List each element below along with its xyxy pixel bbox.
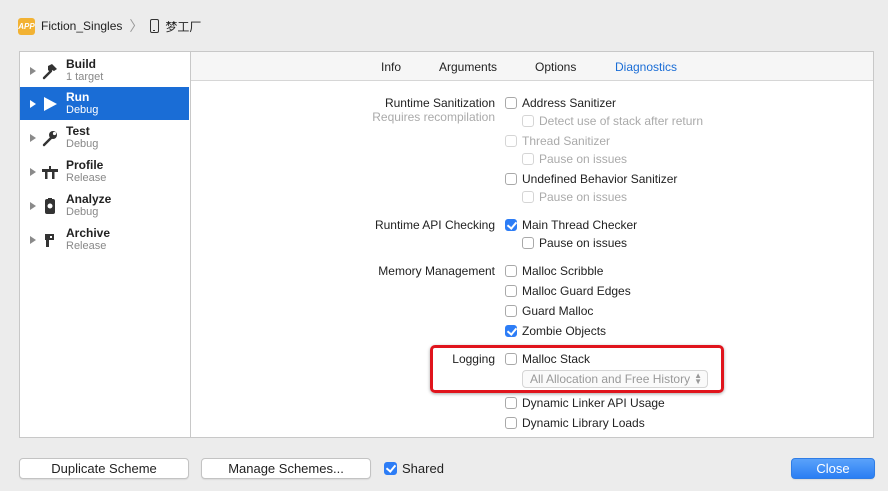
option-ub-pause-on-issues: Pause on issues: [522, 189, 627, 205]
action-sub: Debug: [66, 103, 99, 116]
path-separator-icon: 〉: [129, 18, 144, 34]
section-runtime-api: Runtime API Checking: [374, 218, 495, 232]
play-icon: [41, 95, 59, 113]
instruments-icon: [41, 163, 59, 181]
checkbox: [505, 135, 517, 147]
action-sub: Release: [66, 171, 107, 184]
close-button[interactable]: Close: [791, 458, 875, 479]
shared-checkbox[interactable]: [384, 462, 397, 475]
action-profile[interactable]: Profile Release: [20, 155, 189, 188]
disclosure-triangle-icon[interactable]: [30, 201, 36, 210]
checkbox: [522, 115, 534, 127]
option-label: Dynamic Library Loads: [522, 416, 645, 430]
disclosure-triangle-icon[interactable]: [30, 235, 36, 244]
checkbox[interactable]: [522, 237, 534, 249]
action-sub: Debug: [66, 205, 99, 218]
option-dynamic-linker-api-usage[interactable]: Dynamic Linker API Usage: [505, 395, 665, 411]
option-guard-malloc[interactable]: Guard Malloc: [505, 303, 593, 319]
scheme-actions-list: Build 1 target Run Debug Test Debug Prof…: [19, 51, 190, 438]
wrench-icon: [41, 129, 59, 147]
option-label: Main Thread Checker: [522, 218, 638, 232]
action-run[interactable]: Run Debug: [20, 87, 189, 120]
device-name[interactable]: 梦工厂: [165, 18, 201, 35]
option-label: Guard Malloc: [522, 304, 594, 318]
checkbox[interactable]: [505, 417, 517, 429]
option-main-thread-checker[interactable]: Main Thread Checker: [505, 217, 637, 233]
option-label: Malloc Guard Edges: [522, 284, 631, 298]
disclosure-triangle-icon[interactable]: [30, 66, 36, 75]
option-label: Pause on issues: [539, 152, 628, 166]
tab-diagnostics[interactable]: Diagnostics: [615, 60, 677, 74]
checkbox: [522, 153, 534, 165]
section-runtime-sanitization: Runtime Sanitization Requires recompilat…: [195, 96, 495, 124]
analyze-icon: [41, 197, 59, 215]
option-label: Dynamic Linker API Usage: [522, 396, 665, 410]
option-label: Pause on issues: [539, 236, 628, 250]
option-zombie-objects[interactable]: Zombie Objects: [505, 323, 606, 339]
tab-info[interactable]: Info: [381, 60, 401, 74]
action-name: Profile: [66, 157, 104, 172]
option-label: Thread Sanitizer: [522, 134, 611, 148]
tab-options[interactable]: Options: [535, 60, 576, 74]
action-test[interactable]: Test Debug: [20, 121, 189, 154]
hammer-icon: [41, 62, 59, 80]
option-undefined-behavior-sanitizer[interactable]: Undefined Behavior Sanitizer: [505, 171, 677, 187]
app-icon: APP: [18, 17, 35, 35]
iphone-device-icon: [150, 19, 160, 33]
option-malloc-guard-edges[interactable]: Malloc Guard Edges: [505, 283, 631, 299]
checkbox[interactable]: [505, 397, 517, 409]
action-name: Archive: [66, 225, 111, 240]
disclosure-triangle-icon[interactable]: [30, 99, 36, 108]
shared-checkbox-row[interactable]: Shared: [384, 461, 444, 476]
action-name: Analyze: [66, 191, 112, 206]
option-thread-sanitizer: Thread Sanitizer: [505, 133, 610, 149]
option-thread-pause-on-issues: Pause on issues: [522, 151, 627, 167]
action-name: Build: [66, 56, 96, 71]
scheme-path-bar[interactable]: APP Fiction_Singles 〉 梦工厂: [18, 16, 201, 36]
option-label: Zombie Objects: [522, 324, 607, 338]
option-label: Malloc Scribble: [522, 264, 604, 278]
option-label: Address Sanitizer: [522, 96, 617, 110]
action-sub: Debug: [66, 137, 99, 150]
checkbox-checked[interactable]: [505, 219, 517, 231]
checkbox-checked[interactable]: [505, 325, 517, 337]
option-label: Pause on issues: [539, 190, 628, 204]
option-detect-stack-after-return: Detect use of stack after return: [522, 113, 703, 129]
manage-schemes-button[interactable]: Manage Schemes...: [201, 458, 371, 479]
section-title: Runtime Sanitization: [384, 96, 495, 110]
archive-icon: [41, 231, 59, 249]
option-address-sanitizer[interactable]: Address Sanitizer: [505, 95, 616, 111]
option-malloc-scribble[interactable]: Malloc Scribble: [505, 263, 603, 279]
action-sub: Release: [66, 239, 107, 252]
action-name: Test: [66, 123, 90, 138]
scheme-name[interactable]: Fiction_Singles: [41, 19, 122, 33]
option-dynamic-library-loads[interactable]: Dynamic Library Loads: [505, 415, 645, 431]
section-memory-management: Memory Management: [378, 264, 495, 278]
duplicate-scheme-button[interactable]: Duplicate Scheme: [19, 458, 189, 479]
option-label: Undefined Behavior Sanitizer: [522, 172, 678, 186]
action-sub: 1 target: [66, 70, 104, 83]
action-build[interactable]: Build 1 target: [20, 54, 189, 87]
action-analyze[interactable]: Analyze Debug: [20, 189, 189, 222]
checkbox[interactable]: [505, 265, 517, 277]
disclosure-triangle-icon[interactable]: [30, 133, 36, 142]
option-mtc-pause-on-issues[interactable]: Pause on issues: [522, 235, 627, 251]
option-label: Detect use of stack after return: [539, 114, 704, 128]
shared-label: Shared: [402, 461, 444, 476]
checkbox[interactable]: [505, 173, 517, 185]
action-archive[interactable]: Archive Release: [20, 223, 189, 256]
annotation-highlight-box: [430, 345, 724, 393]
checkbox[interactable]: [505, 305, 517, 317]
tab-arguments[interactable]: Arguments: [439, 60, 497, 74]
tab-bar: Info Arguments Options Diagnostics: [191, 52, 873, 81]
checkbox[interactable]: [505, 285, 517, 297]
action-name: Run: [66, 89, 90, 104]
section-subtitle: Requires recompilation: [372, 110, 495, 124]
disclosure-triangle-icon[interactable]: [30, 167, 36, 176]
checkbox[interactable]: [505, 97, 517, 109]
checkbox: [522, 191, 534, 203]
